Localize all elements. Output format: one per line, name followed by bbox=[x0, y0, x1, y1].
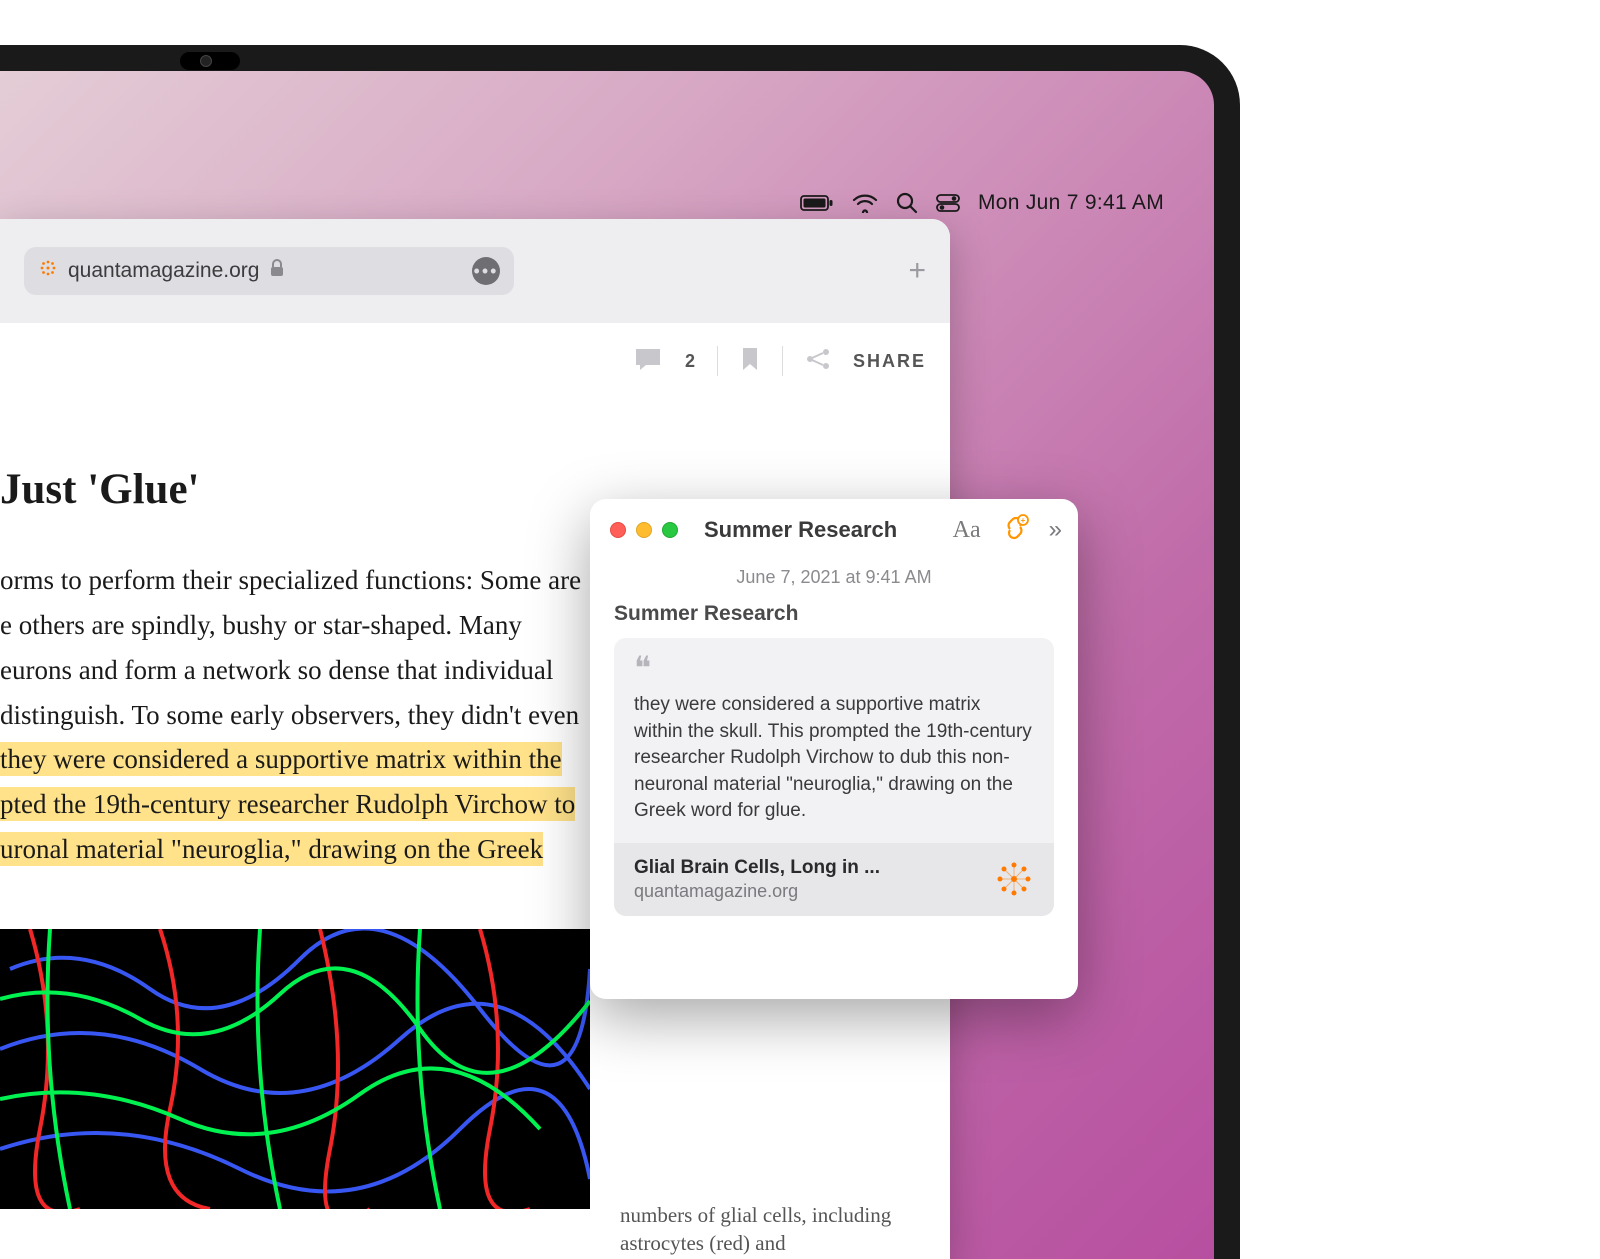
laptop-frame: Mon Jun 7 9:41 AM quantamagazine.org •••… bbox=[0, 0, 1600, 1259]
article-actions-bar: 2 SHARE bbox=[0, 323, 950, 399]
share-icon[interactable] bbox=[805, 348, 831, 375]
more-icon[interactable]: » bbox=[1049, 516, 1058, 544]
safari-toolbar: quantamagazine.org ••• + bbox=[0, 219, 950, 323]
notes-body[interactable]: June 7, 2021 at 9:41 AM Summer Research … bbox=[590, 561, 1078, 940]
svg-text:+: + bbox=[1020, 516, 1025, 525]
divider bbox=[717, 346, 718, 376]
highlighted-text: pted the 19th-century researcher Rudolph… bbox=[0, 787, 575, 821]
comment-count: 2 bbox=[685, 351, 695, 372]
site-favicon-icon bbox=[38, 258, 58, 284]
format-icon[interactable]: Aa bbox=[953, 517, 981, 544]
lock-icon bbox=[269, 259, 285, 283]
notes-window: Summer Research Aa + » June 7, 2021 at 9… bbox=[590, 499, 1078, 999]
notes-window-title: Summer Research bbox=[704, 517, 897, 543]
note-title: Summer Research bbox=[614, 602, 1054, 626]
image-caption: numbers of glial cells, including astroc… bbox=[620, 1201, 900, 1258]
add-link-icon[interactable]: + bbox=[1001, 514, 1029, 547]
camera-icon bbox=[200, 55, 212, 67]
control-center-icon[interactable] bbox=[936, 194, 960, 212]
zoom-button[interactable] bbox=[662, 522, 678, 538]
battery-icon[interactable] bbox=[800, 194, 834, 212]
spotlight-icon[interactable] bbox=[896, 192, 918, 214]
minimize-button[interactable] bbox=[636, 522, 652, 538]
macos-menubar: Mon Jun 7 9:41 AM bbox=[0, 186, 1214, 220]
notes-toolbar: Aa + » bbox=[953, 514, 1058, 547]
source-favicon-icon bbox=[994, 859, 1034, 899]
note-timestamp: June 7, 2021 at 9:41 AM bbox=[614, 567, 1054, 588]
highlighted-text: they were considered a supportive matrix… bbox=[0, 742, 562, 776]
page-settings-icon[interactable]: ••• bbox=[472, 257, 500, 285]
comment-icon[interactable] bbox=[633, 346, 663, 377]
wifi-icon[interactable] bbox=[852, 193, 878, 213]
laptop-screen-area: Mon Jun 7 9:41 AM quantamagazine.org •••… bbox=[0, 45, 1240, 1259]
url-text: quantamagazine.org bbox=[68, 259, 259, 283]
menubar-datetime[interactable]: Mon Jun 7 9:41 AM bbox=[978, 191, 1164, 215]
highlighted-text: uronal material "neuroglia," drawing on … bbox=[0, 832, 543, 866]
address-bar[interactable]: quantamagazine.org ••• bbox=[24, 247, 514, 295]
notes-titlebar: Summer Research Aa + » bbox=[590, 499, 1078, 561]
quote-source[interactable]: Glial Brain Cells, Long in ... quantamag… bbox=[614, 843, 1054, 916]
close-button[interactable] bbox=[610, 522, 626, 538]
bookmark-icon[interactable] bbox=[740, 346, 760, 377]
quote-card[interactable]: ❝ they were considered a supportive matr… bbox=[614, 638, 1054, 916]
quote-text: they were considered a supportive matrix… bbox=[634, 692, 1034, 825]
new-tab-button[interactable]: + bbox=[908, 254, 926, 288]
source-title: Glial Brain Cells, Long in ... bbox=[634, 857, 880, 879]
share-label[interactable]: SHARE bbox=[853, 351, 926, 372]
window-controls bbox=[610, 522, 678, 538]
article-image bbox=[0, 929, 590, 1209]
divider bbox=[782, 346, 783, 376]
quote-mark-icon: ❝ bbox=[634, 652, 1034, 684]
source-domain: quantamagazine.org bbox=[634, 881, 880, 902]
